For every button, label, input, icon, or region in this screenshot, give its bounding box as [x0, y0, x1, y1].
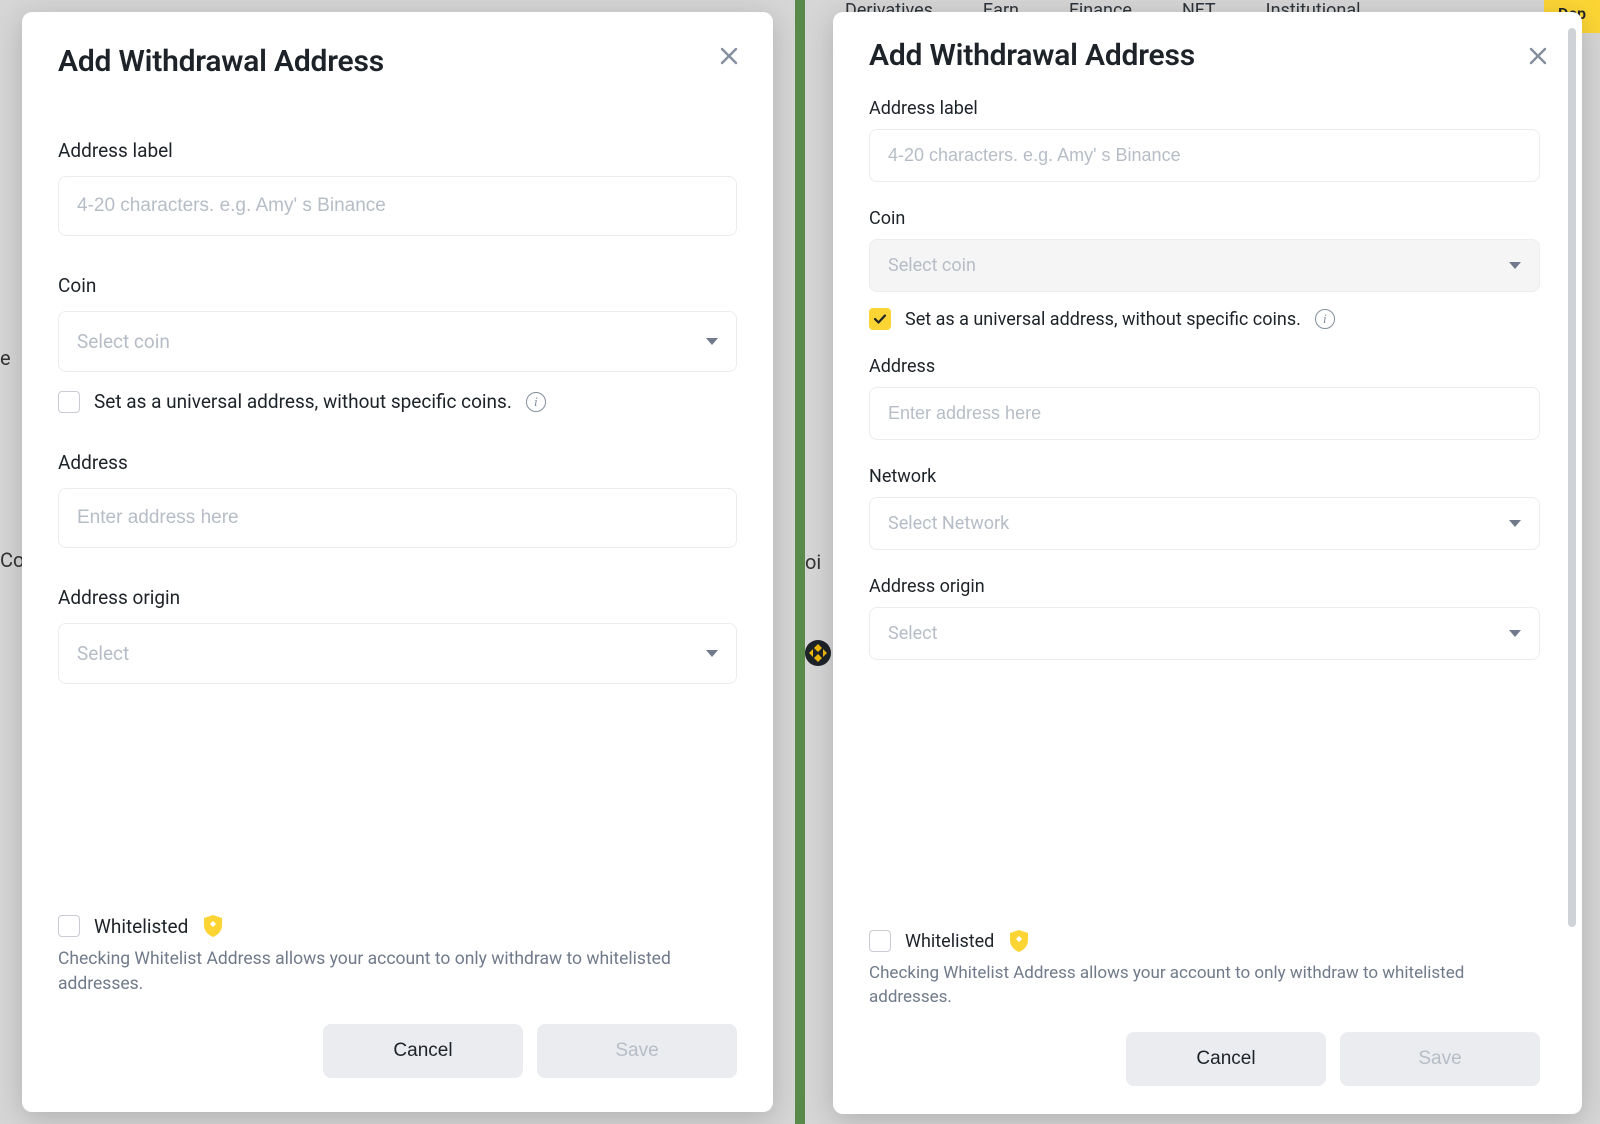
network-label: Network — [869, 466, 1540, 487]
universal-address-checkbox[interactable] — [869, 308, 891, 330]
info-icon[interactable]: i — [526, 392, 546, 412]
chevron-down-icon — [706, 338, 718, 345]
modal-scroll-area: Address label Coin Select coin Set as a … — [869, 98, 1540, 904]
network-select[interactable]: Select Network — [869, 497, 1540, 550]
bg-fragment: oi — [805, 550, 821, 574]
whitelist-section: Whitelisted Checking Whitelist Address a… — [869, 928, 1540, 1086]
address-label-input[interactable] — [869, 129, 1540, 182]
address-input[interactable] — [58, 488, 737, 548]
modal-title: Add Withdrawal Address — [58, 44, 737, 79]
address-origin-select[interactable]: Select — [58, 623, 737, 684]
bg-coin-icon — [805, 640, 831, 672]
shield-icon — [1008, 928, 1030, 954]
address-field-label: Address — [869, 356, 1540, 377]
chevron-down-icon — [1509, 630, 1521, 637]
coin-select[interactable]: Select coin — [869, 239, 1540, 292]
add-withdrawal-address-modal: Add Withdrawal Address Address label Coi… — [833, 12, 1582, 1114]
close-button[interactable] — [711, 38, 747, 74]
whitelist-help-text: Checking Whitelist Address allows your a… — [58, 947, 683, 996]
scrollbar[interactable] — [1568, 28, 1576, 1098]
coin-select-placeholder: Select coin — [77, 330, 170, 353]
coin-select[interactable]: Select coin — [58, 311, 737, 372]
coin-select-placeholder: Select coin — [888, 255, 976, 276]
close-icon — [1528, 46, 1548, 66]
address-origin-label: Address origin — [58, 586, 737, 609]
cancel-button[interactable]: Cancel — [1126, 1032, 1326, 1086]
address-input[interactable] — [869, 387, 1540, 440]
address-label-input[interactable] — [58, 176, 737, 236]
coin-label: Coin — [869, 208, 1540, 229]
address-label-label: Address label — [58, 139, 737, 162]
whitelist-help-text: Checking Whitelist Address allows your a… — [869, 962, 1486, 1010]
add-withdrawal-address-modal: Add Withdrawal Address Address label Coi… — [22, 12, 773, 1112]
whitelisted-label: Whitelisted — [94, 915, 188, 938]
universal-address-label: Set as a universal address, without spec… — [94, 390, 512, 413]
universal-address-label: Set as a universal address, without spec… — [905, 309, 1301, 330]
universal-address-checkbox[interactable] — [58, 391, 80, 413]
whitelisted-checkbox[interactable] — [58, 915, 80, 937]
cancel-button[interactable]: Cancel — [323, 1024, 523, 1078]
save-button[interactable]: Save — [537, 1024, 737, 1078]
left-screenshot: e Coi Add Withdrawal Address Address lab… — [0, 0, 795, 1124]
image-divider — [795, 0, 805, 1124]
network-select-placeholder: Select Network — [888, 513, 1009, 534]
chevron-down-icon — [1509, 520, 1521, 527]
address-origin-label: Address origin — [869, 576, 1540, 597]
whitelist-section: Whitelisted Checking Whitelist Address a… — [58, 913, 737, 1078]
close-button[interactable] — [1520, 38, 1556, 74]
address-field-label: Address — [58, 451, 737, 474]
chevron-down-icon — [1509, 262, 1521, 269]
origin-select-placeholder: Select — [77, 642, 129, 665]
universal-address-row: Set as a universal address, without spec… — [58, 390, 737, 413]
whitelisted-label: Whitelisted — [905, 931, 994, 952]
coin-label: Coin — [58, 274, 737, 297]
modal-title: Add Withdrawal Address — [869, 38, 1546, 73]
bg-fragment: e — [0, 346, 11, 370]
right-screenshot: Derivatives Earn Finance NFT Institution… — [805, 0, 1600, 1124]
scrollbar-thumb[interactable] — [1568, 28, 1576, 927]
chevron-down-icon — [706, 650, 718, 657]
shield-icon — [202, 913, 224, 939]
save-button[interactable]: Save — [1340, 1032, 1540, 1086]
whitelisted-checkbox[interactable] — [869, 930, 891, 952]
address-label-label: Address label — [869, 98, 1540, 119]
address-origin-select[interactable]: Select — [869, 607, 1540, 660]
origin-select-placeholder: Select — [888, 623, 937, 644]
universal-address-row: Set as a universal address, without spec… — [869, 308, 1540, 330]
close-icon — [719, 46, 739, 66]
info-icon[interactable]: i — [1315, 309, 1335, 329]
